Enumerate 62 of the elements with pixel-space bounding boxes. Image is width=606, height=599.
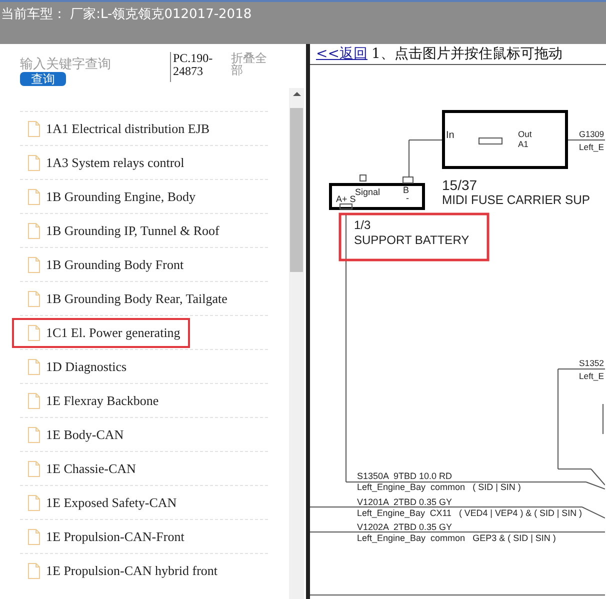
diagram-label: V1202A 2TBD 0.35 GY [357, 522, 452, 532]
diagram-label: B [403, 185, 410, 195]
tree-item[interactable]: 1D Diagnostics [12, 352, 137, 382]
diagram-label: Out [518, 129, 532, 139]
model-code: PC.190-24873 [170, 52, 225, 82]
diagram-label: Signal [355, 187, 380, 197]
tree-item[interactable]: 1E Chassie-CAN [12, 454, 146, 484]
diagram-label: In [446, 130, 454, 141]
diagram-label: A+ S [336, 194, 356, 204]
diagram-label: 15/37 [442, 177, 478, 193]
diagram-label: Left_E [579, 371, 604, 381]
file-icon [28, 392, 40, 408]
file-icon [28, 460, 40, 476]
connector-pin [360, 174, 366, 182]
tree-item[interactable]: 1B Grounding Body Front [12, 250, 194, 280]
file-icon [28, 154, 40, 170]
instruction-text: 1、点击图片并按住鼠标可拖动 [371, 46, 562, 62]
diagram-label: G1309 [579, 129, 605, 139]
tree-item[interactable]: 1E Propulsion-CAN hybrid front [12, 556, 228, 586]
diagram-label: A1 [518, 139, 528, 149]
connector-pin [340, 204, 352, 210]
file-icon [28, 494, 40, 510]
file-icon [28, 562, 40, 578]
tree-item[interactable]: 1B Grounding IP, Tunnel & Roof [12, 216, 230, 246]
scrollbar-thumb[interactable] [290, 108, 303, 272]
wire-line [602, 404, 604, 434]
connector-pin [402, 176, 414, 184]
back-link[interactable]: <<返回 [316, 46, 368, 62]
search-button[interactable]: 查询 [20, 72, 66, 86]
file-icon [28, 358, 40, 374]
diagram-label: Left_Engine_Bay common ( SID | SIN ) [357, 482, 521, 492]
diagram-label: S1352 [579, 358, 604, 368]
diagram-label: MIDI FUSE CARRIER SUP [442, 193, 594, 207]
file-icon [28, 290, 40, 306]
tree-item[interactable]: 1E Flexray Backbone [12, 386, 169, 416]
tree-item[interactable]: 1E Propulsion-CAN-Front [12, 522, 194, 552]
diagram-label: V1201A 2TBD 0.35 GY [357, 497, 452, 507]
diagram-label: SUPPORT BATTERY [354, 233, 470, 247]
file-icon [28, 222, 40, 238]
file-icon [28, 120, 40, 136]
scrollbar[interactable] [289, 88, 304, 599]
tree-item[interactable]: 1C1 El. Power generating [12, 318, 190, 348]
scroll-up-icon[interactable] [292, 92, 300, 96]
file-icon [28, 256, 40, 272]
fuse-symbol [478, 138, 502, 144]
diagram-label: 1/3 [354, 218, 371, 232]
diagram-label: Left_E [579, 142, 604, 152]
tree-item[interactable]: 1A1 Electrical distribution EJB [12, 114, 220, 144]
tree-item[interactable]: 1B Grounding Body Rear, Tailgate [12, 284, 238, 314]
model-title: 当前车型： 厂家:L-领克领克012017-2018 [1, 6, 252, 23]
tree-item[interactable]: 1E Body-CAN [12, 420, 134, 450]
file-icon [28, 426, 40, 442]
tree-item[interactable]: 1A3 System relays control [12, 148, 194, 178]
diagram-label: Left_Engine_Bay CX11 ( VED4 | VEP4 ) & ( SID | SIN ) [357, 508, 584, 518]
tree-item[interactable]: 1B Grounding Engine, Body [12, 182, 206, 212]
diagram-label: Left_Engine_Bay common GEP3 & ( SID | SIN ) [357, 533, 556, 543]
diagram-label: S1350A 9TBD 10.0 RD [357, 471, 452, 481]
file-icon [28, 324, 40, 340]
file-icon [28, 188, 40, 204]
file-icon [28, 528, 40, 544]
diagram-label: - [406, 193, 409, 203]
tree-item[interactable]: 1E Exposed Safety-CAN [12, 488, 187, 518]
